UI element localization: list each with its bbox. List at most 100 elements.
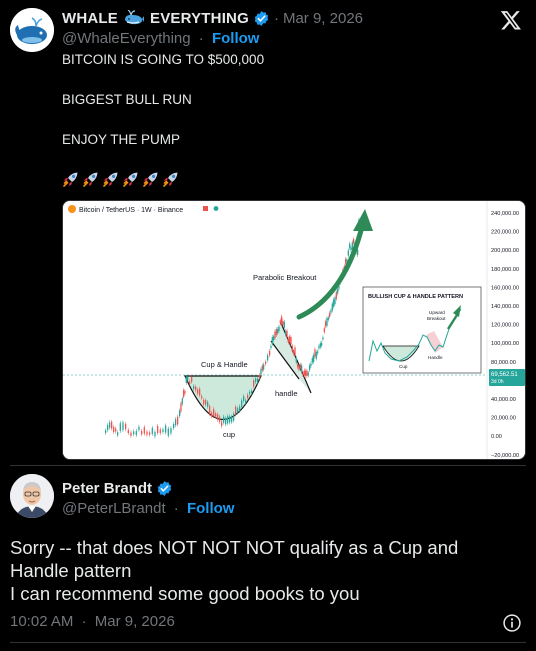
- candle-body: [307, 372, 309, 376]
- candle-body: [154, 431, 156, 437]
- chart-image[interactable]: Bitcoin / TetherUS · 1W · Binance 240,00…: [62, 200, 526, 460]
- annotation-parabolic: Parabolic Breakout: [253, 273, 317, 282]
- tweet-card: WHALE EVERYTHING · Mar 9, 2026 @WhaleEve…: [0, 0, 536, 651]
- tweet-text-line: ENJOY THE PUMP: [62, 132, 181, 147]
- inset-handle: Handle: [428, 355, 443, 360]
- candle-body: [285, 331, 287, 335]
- separator-dot: ·: [81, 613, 87, 630]
- rocket-icon: [63, 172, 78, 187]
- candle-body: [130, 432, 132, 436]
- candle-body: [301, 365, 303, 373]
- price-axis-label: 0.00: [491, 434, 502, 440]
- candle-body: [119, 423, 121, 431]
- candle-body: [315, 352, 317, 359]
- candle-body: [323, 328, 325, 333]
- rocket-icon: [83, 172, 98, 187]
- candle-body: [295, 357, 297, 363]
- bitcoin-logo-icon: [68, 205, 76, 213]
- rocket-icon: [123, 172, 138, 187]
- rocket-icon: [143, 172, 158, 187]
- quoted-handle[interactable]: @WhaleEverything: [62, 30, 191, 47]
- candle-body: [183, 390, 185, 397]
- candle-body: [229, 416, 231, 423]
- candle-body: [239, 406, 241, 412]
- reply-handle[interactable]: @PeterLBrandt: [62, 500, 166, 517]
- current-price-sub: 3d 0h: [491, 379, 504, 385]
- quoted-date[interactable]: Mar 9, 2026: [283, 10, 363, 27]
- follow-button[interactable]: Follow: [212, 30, 260, 47]
- candle-body: [125, 423, 127, 430]
- candle-body: [309, 365, 311, 371]
- candle-body: [189, 381, 191, 384]
- reply-text-line: I can recommend some good books to you: [10, 583, 360, 604]
- candle-body: [303, 370, 305, 376]
- rocket-emoji-row: [62, 170, 180, 188]
- candle-body: [290, 337, 292, 345]
- candle-body: [223, 416, 225, 423]
- current-price-tag: 69,562.51: [491, 372, 518, 378]
- candle-body: [269, 350, 271, 356]
- candle-body: [275, 329, 277, 335]
- reply-time: 10:02 AM: [10, 613, 74, 630]
- candle-body: [138, 426, 140, 431]
- quoted-author-name-row: WHALE EVERYTHING · Mar 9, 2026: [62, 8, 363, 28]
- candle-body: [350, 247, 352, 251]
- candle-body: [211, 412, 213, 417]
- candle-body: [329, 312, 331, 317]
- candle-body: [326, 318, 328, 326]
- peter-brandt-avatar[interactable]: [10, 474, 54, 518]
- candle-body: [233, 413, 235, 421]
- candle-body: [209, 406, 211, 414]
- price-axis-label: 120,000.00: [491, 323, 519, 329]
- annotation-cup-handle: Cup & Handle: [201, 360, 248, 369]
- candle-body: [221, 421, 223, 427]
- candle-body: [235, 406, 237, 415]
- candle-body: [105, 430, 107, 433]
- reply-author-name[interactable]: Peter Brandt: [62, 480, 152, 497]
- candle-body: [311, 357, 313, 363]
- candle-body: [299, 364, 301, 369]
- candle-body: [319, 343, 321, 348]
- price-axis-label: 180,000.00: [491, 267, 519, 273]
- candle-body: [215, 413, 217, 417]
- reply-timestamp[interactable]: 10:02 AM · Mar 9, 2026: [10, 613, 175, 630]
- candle-body: [199, 388, 201, 396]
- candle-body: [191, 376, 193, 382]
- candle-body: [217, 414, 219, 420]
- price-axis-label: 40,000.00: [491, 397, 516, 403]
- candle-body: [298, 366, 300, 370]
- candle-body: [282, 321, 284, 325]
- whale-everything-avatar[interactable]: [10, 8, 54, 52]
- separator-dot: ·: [173, 500, 179, 517]
- candle-body: [193, 386, 195, 389]
- price-axis-label: 220,000.00: [491, 230, 519, 236]
- candle-body: [353, 239, 355, 244]
- price-axis-label: 100,000.00: [491, 341, 519, 347]
- candle-body: [322, 337, 324, 340]
- follow-button[interactable]: Follow: [187, 500, 235, 517]
- price-axis-label: −20,000.00: [491, 453, 519, 459]
- author-name-part2[interactable]: EVERYTHING: [150, 10, 249, 27]
- inset-breakout: Breakout: [427, 316, 446, 321]
- author-name-part1[interactable]: WHALE: [62, 10, 118, 27]
- candle-body: [111, 421, 113, 429]
- candle-body: [185, 376, 187, 383]
- quoted-handle-row: @WhaleEverything · Follow: [62, 30, 259, 50]
- candle-body: [197, 389, 199, 394]
- candle-body: [259, 374, 261, 379]
- candle-body: [302, 372, 304, 376]
- candle-body: [187, 376, 189, 380]
- candle-body: [261, 365, 263, 371]
- price-axis-label: 160,000.00: [491, 285, 519, 291]
- candle-body: [133, 431, 135, 435]
- candle-body: [321, 342, 323, 346]
- candle-body: [271, 336, 273, 345]
- reply-text-line: Handle pattern: [10, 560, 132, 581]
- candle-body: [201, 396, 203, 399]
- info-icon[interactable]: [502, 613, 522, 633]
- reply-text-line: Sorry -- that does NOT NOT NOT qualify a…: [10, 537, 459, 558]
- x-logo-icon[interactable]: [500, 9, 522, 31]
- candle-body: [286, 330, 288, 337]
- candle-body: [205, 400, 207, 405]
- candle-body: [349, 243, 351, 249]
